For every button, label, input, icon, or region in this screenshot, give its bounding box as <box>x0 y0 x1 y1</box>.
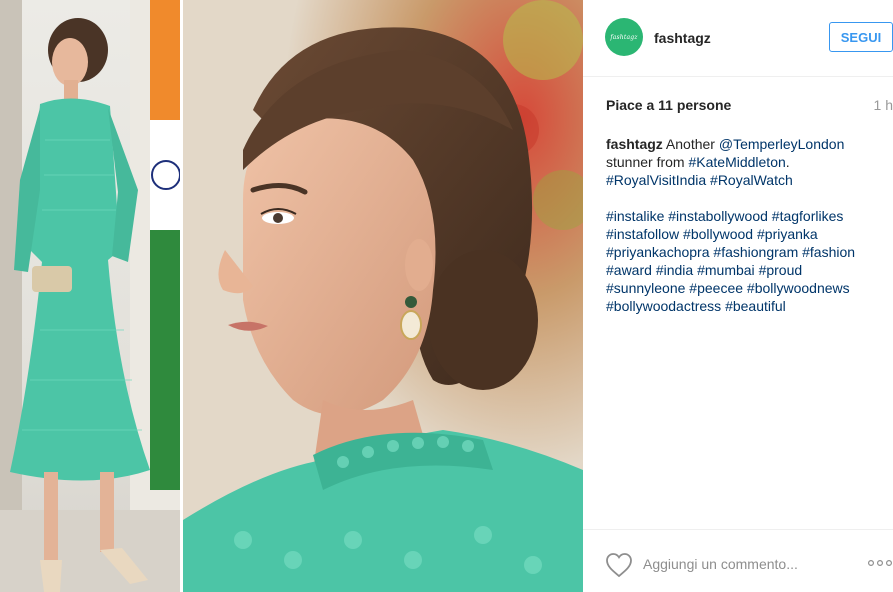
hashtag-link[interactable]: #priyanka <box>757 226 818 242</box>
caption-username-link[interactable]: fashtagz <box>606 136 663 152</box>
hashtag-link[interactable]: #instalike <box>606 208 664 224</box>
post-side-panel: fashtagz fashtagz SEGUI Piace a 11 perso… <box>583 0 893 592</box>
hashtag-link[interactable]: #award <box>606 262 652 278</box>
caption-word: Another <box>665 136 715 152</box>
hashtag-link[interactable]: #priyankachopra <box>606 244 710 260</box>
heart-icon[interactable] <box>605 552 633 578</box>
hashtag-link[interactable]: #instafollow <box>606 226 679 242</box>
hashtag-link[interactable]: #mumbai <box>697 262 755 278</box>
portrait-illustration <box>183 0 583 592</box>
follow-button[interactable]: SEGUI <box>829 22 893 52</box>
avatar[interactable]: fashtagz <box>605 18 643 56</box>
post-timestamp[interactable]: 1 h <box>874 97 893 113</box>
hashtag-link[interactable]: #sunnyleone <box>606 280 685 296</box>
photo-left-panel <box>0 0 180 592</box>
hashtag-link[interactable]: #fashiongram <box>713 244 798 260</box>
more-options-icon[interactable] <box>867 556 893 570</box>
hashtag-link[interactable]: #india <box>656 262 693 278</box>
comment-bar <box>583 529 893 592</box>
hashtag-link[interactable]: #RoyalWatch <box>710 172 793 188</box>
hashtag-link[interactable]: #RoyalVisitIndia <box>606 172 706 188</box>
username-link[interactable]: fashtagz <box>654 30 711 46</box>
hashtag-link[interactable]: #instabollywood <box>668 208 768 224</box>
hashtag-link[interactable]: #fashion <box>802 244 855 260</box>
hashtag-link[interactable]: #beautiful <box>725 298 786 314</box>
avatar-logo-text: fashtagz <box>610 33 638 41</box>
post-header: fashtagz fashtagz SEGUI <box>583 0 893 77</box>
mention-link[interactable]: @TemperleyLondon <box>719 136 845 152</box>
photo-right-panel <box>183 0 583 592</box>
hashtag-link[interactable]: #bollywoodnews <box>747 280 850 296</box>
comment-input[interactable] <box>643 554 843 574</box>
likes-row: Piace a 11 persone 1 h <box>606 97 893 115</box>
caption-word: stunner from <box>606 154 685 170</box>
hashtag-link[interactable]: #bollywoodactress <box>606 298 721 314</box>
full-length-figure-illustration <box>0 0 180 592</box>
hashtag-block: #instalike #instabollywood #tagforlikes … <box>606 207 888 315</box>
caption-text: fashtagz Another @TemperleyLondon stunne… <box>606 135 888 189</box>
likes-count[interactable]: Piace a 11 persone <box>606 97 731 113</box>
post-caption: fashtagz Another @TemperleyLondon stunne… <box>606 135 888 315</box>
hashtag-link[interactable]: #bollywood <box>683 226 753 242</box>
hashtag-link[interactable]: #tagforlikes <box>772 208 844 224</box>
caption-punct: . <box>785 154 790 170</box>
post-photo[interactable] <box>0 0 583 592</box>
hashtag-link[interactable]: #peecee <box>689 280 743 296</box>
hashtag-link[interactable]: #KateMiddleton <box>688 154 785 170</box>
hashtag-link[interactable]: #proud <box>759 262 803 278</box>
